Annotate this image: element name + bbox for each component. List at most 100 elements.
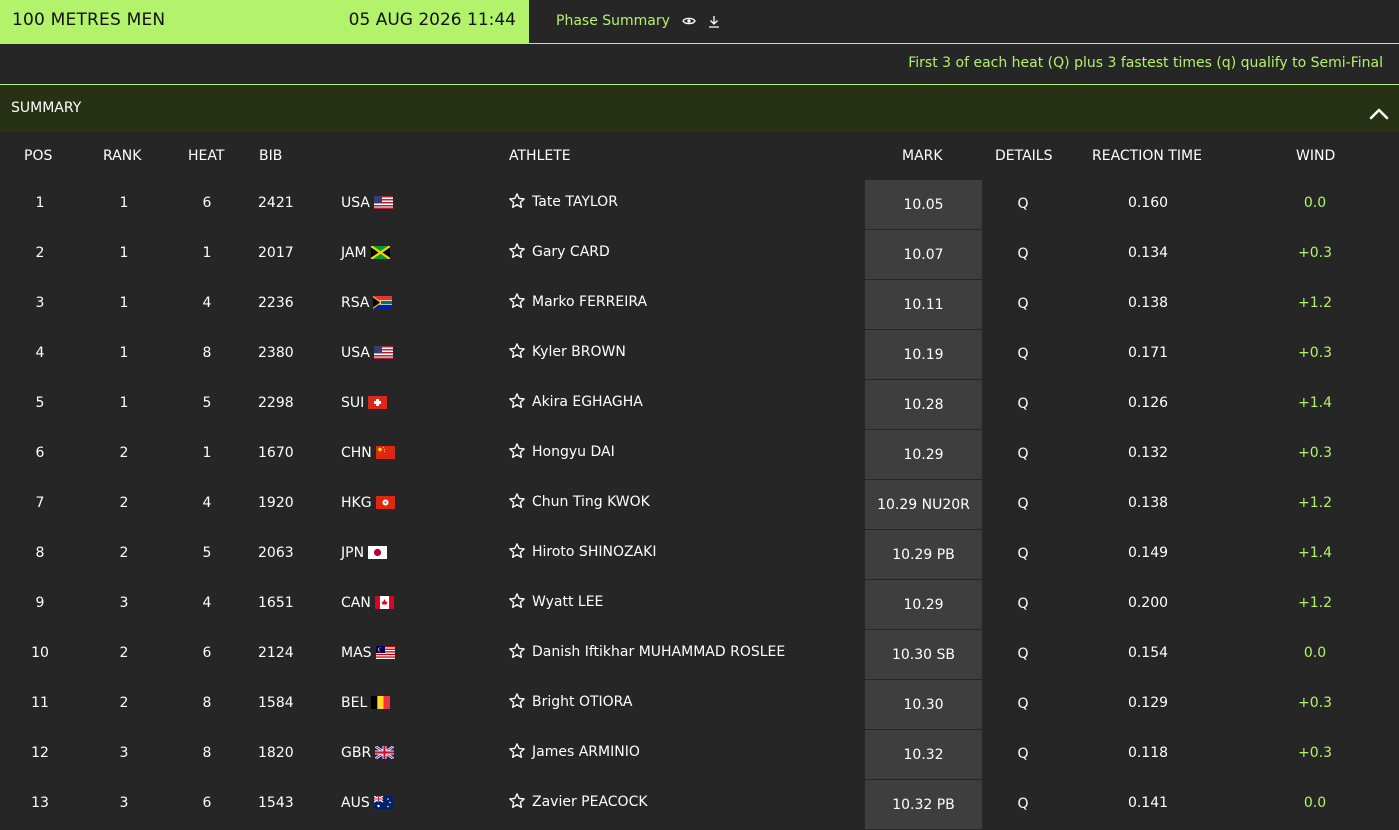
row-wind: 0.0	[1303, 195, 1327, 211]
row-country: GBR	[341, 744, 395, 761]
row-bib: 1543	[258, 795, 294, 811]
row-mark: 10.29 PB	[865, 530, 982, 580]
row-country: RSA	[341, 295, 393, 311]
star-outline-icon[interactable]	[508, 192, 526, 210]
col-reaction-time[interactable]: REACTION TIME	[1092, 148, 1202, 164]
table-row[interactable]: 2 1 1 2017 JAM Gary CARD 10.07 Q 0.134 +0.3	[0, 230, 1399, 280]
table-row[interactable]: 13 3 6 1543 AUS Zavier PEACOCK 10.32 PB Q 0.141 0…	[0, 780, 1399, 830]
star-outline-icon[interactable]	[508, 442, 526, 460]
row-country: MAS	[341, 645, 395, 661]
athlete-name[interactable]: Akira EGHAGHA	[532, 394, 643, 410]
row-mark: 10.07	[865, 230, 982, 280]
row-wind: +1.2	[1298, 295, 1332, 311]
table-row[interactable]: 7 2 4 1920 HKG Chun Ting KWOK 10.29 NU20R Q 0.13…	[0, 480, 1399, 530]
row-reaction-time: 0.138	[1127, 495, 1169, 511]
col-pos[interactable]: POS	[24, 148, 52, 164]
star-outline-icon[interactable]	[508, 642, 526, 660]
row-rank: 1	[119, 395, 129, 411]
row-heat: 6	[202, 795, 212, 811]
row-details: Q	[1017, 696, 1029, 712]
table-row[interactable]: 10 2 6 2124 MAS Danish Iftikhar MUHAMMAD ROSL…	[0, 630, 1399, 680]
athlete-name[interactable]: Wyatt LEE	[532, 594, 603, 610]
row-pos: 8	[35, 545, 45, 561]
athlete-name[interactable]: Hiroto SHINOZAKI	[532, 544, 656, 560]
row-reaction-time: 0.126	[1127, 395, 1169, 411]
star-outline-icon[interactable]	[508, 792, 526, 810]
table-row[interactable]: 5 1 5 2298 SUI Akira EGHAGHA 10.28 Q 0.126 +1.4	[0, 380, 1399, 430]
row-country: AUS	[341, 794, 393, 811]
col-wind[interactable]: WIND	[1296, 148, 1335, 164]
row-heat: 8	[202, 695, 212, 711]
row-reaction-time: 0.149	[1127, 545, 1169, 561]
aus-flag-icon	[373, 794, 393, 809]
phase-summary-label[interactable]: Phase Summary	[556, 13, 670, 29]
row-reaction-time: 0.171	[1127, 345, 1169, 361]
col-mark[interactable]: MARK	[902, 148, 943, 164]
table-row[interactable]: 9 3 4 1651 CAN Wyatt LEE 10.29 Q 0.200 +1.2	[0, 580, 1399, 630]
athlete-name[interactable]: Bright OTIORA	[532, 694, 632, 710]
row-wind: +0.3	[1298, 345, 1332, 361]
phase-summary-link[interactable]: Phase Summary	[556, 13, 720, 29]
athlete-name[interactable]: James ARMINIO	[532, 744, 640, 760]
table-row[interactable]: 11 2 8 1584 BEL Bright OTIORA 10.30 Q 0.129 +0.3	[0, 680, 1399, 730]
row-pos: 7	[35, 495, 45, 511]
row-athlete: Zavier PEACOCK	[508, 793, 648, 811]
row-wind: +1.4	[1298, 545, 1332, 561]
mas-flag-icon	[375, 645, 395, 659]
summary-header[interactable]: SUMMARY	[0, 85, 1399, 132]
download-icon[interactable]	[708, 15, 720, 28]
table-row[interactable]: 12 3 8 1820 GBR James ARMINIO 10.32 Q 0.118 +0.3	[0, 730, 1399, 780]
row-country: CAN	[341, 595, 394, 611]
row-bib: 2017	[258, 245, 294, 261]
star-outline-icon[interactable]	[508, 392, 526, 410]
table-row[interactable]: 6 2 1 1670 CHN Hongyu DAI 10.29 Q 0.132 +0.3	[0, 430, 1399, 480]
athlete-name[interactable]: Danish Iftikhar MUHAMMAD ROSLEE	[532, 644, 785, 660]
usa-flag-icon	[373, 195, 393, 209]
col-details[interactable]: DETAILS	[995, 148, 1052, 164]
row-wind: +1.2	[1298, 595, 1332, 611]
row-athlete: Marko FERREIRA	[508, 293, 647, 311]
row-athlete: Tate TAYLOR	[508, 193, 618, 211]
table-row[interactable]: 1 1 6 2421 USA Tate TAYLOR 10.05 Q 0.160 0.0	[0, 180, 1399, 230]
row-country: BEL	[341, 695, 391, 711]
chn-flag-icon	[375, 445, 395, 459]
row-bib: 2421	[258, 195, 294, 211]
athlete-name[interactable]: Hongyu DAI	[532, 444, 615, 460]
table-row[interactable]: 4 1 8 2380 USA Kyler BROWN 10.19 Q 0.171 +0.3	[0, 330, 1399, 380]
athlete-name[interactable]: Gary CARD	[532, 244, 610, 260]
qualification-note: First 3 of each heat (Q) plus 3 fastest …	[908, 55, 1383, 71]
star-outline-icon[interactable]	[508, 542, 526, 560]
top-bar: 100 METRES MEN 05 AUG 2026 11:44 Phase S…	[0, 0, 1399, 44]
table-row[interactable]: 3 1 4 2236 RSA Marko FERREIRA 10.11 Q 0.138 +1.2	[0, 280, 1399, 330]
hkg-flag-icon	[375, 495, 395, 509]
country-code: HKG	[341, 495, 372, 511]
athlete-name[interactable]: Tate TAYLOR	[532, 194, 618, 210]
athlete-name[interactable]: Kyler BROWN	[532, 344, 626, 360]
col-athlete[interactable]: ATHLETE	[509, 148, 571, 164]
col-heat[interactable]: HEAT	[188, 148, 224, 164]
row-rank: 1	[119, 245, 129, 261]
country-code: JPN	[341, 545, 365, 561]
star-outline-icon[interactable]	[508, 592, 526, 610]
row-pos: 9	[35, 595, 45, 611]
table-row[interactable]: 8 2 5 2063 JPN Hiroto SHINOZAKI 10.29 PB Q 0.149…	[0, 530, 1399, 580]
athlete-name[interactable]: Chun Ting KWOK	[532, 494, 650, 510]
chevron-up-icon[interactable]	[1369, 107, 1389, 121]
col-bib[interactable]: BIB	[259, 148, 282, 164]
star-outline-icon[interactable]	[508, 342, 526, 360]
row-wind: 0.0	[1303, 795, 1327, 811]
row-details: Q	[1017, 296, 1029, 312]
star-outline-icon[interactable]	[508, 742, 526, 760]
star-outline-icon[interactable]	[508, 492, 526, 510]
row-bib: 2124	[258, 645, 294, 661]
eye-icon[interactable]	[682, 16, 696, 26]
row-details: Q	[1017, 246, 1029, 262]
row-wind: +0.3	[1298, 745, 1332, 761]
row-reaction-time: 0.141	[1127, 795, 1169, 811]
col-rank[interactable]: RANK	[103, 148, 141, 164]
athlete-name[interactable]: Marko FERREIRA	[532, 294, 647, 310]
star-outline-icon[interactable]	[508, 692, 526, 710]
athlete-name[interactable]: Zavier PEACOCK	[532, 794, 648, 810]
star-outline-icon[interactable]	[508, 242, 526, 260]
star-outline-icon[interactable]	[508, 292, 526, 310]
